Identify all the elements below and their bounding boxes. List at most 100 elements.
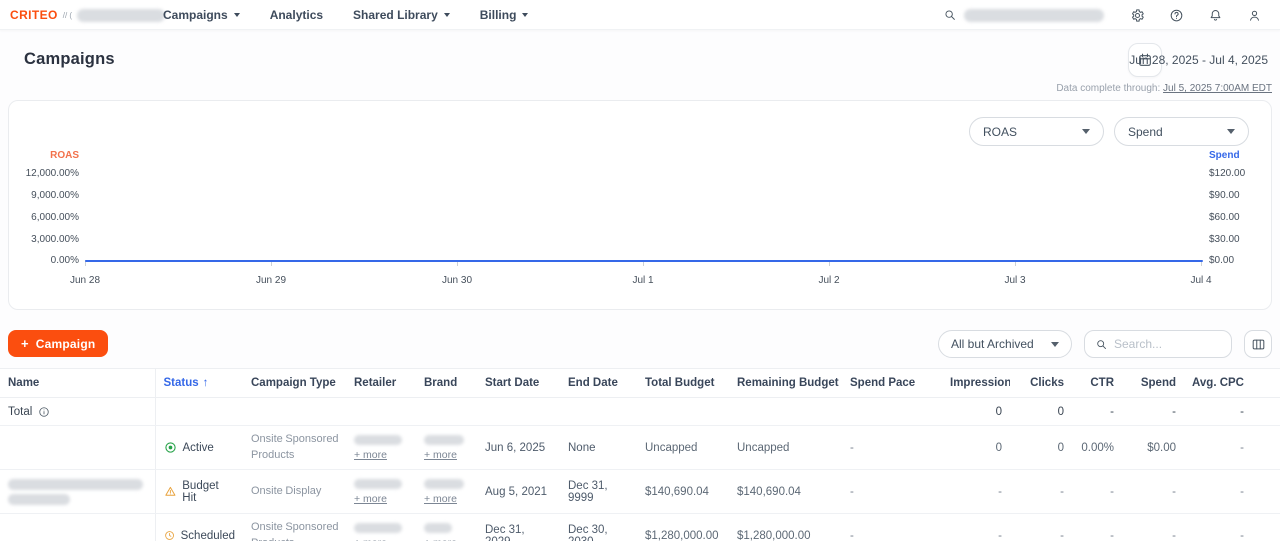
right-axis-tick: $0.00 — [1209, 255, 1269, 266]
chevron-down-icon — [1082, 129, 1090, 134]
col-ctr[interactable]: CTR — [1072, 369, 1122, 398]
user-icon — [1247, 8, 1262, 23]
gear-icon — [1130, 8, 1145, 23]
chart-metric-selectors: ROAS Spend — [969, 117, 1249, 146]
col-status[interactable]: Status↑ — [155, 369, 243, 398]
right-axis-tick: $60.00 — [1209, 212, 1269, 223]
left-axis-title: ROAS — [17, 150, 79, 161]
columns-icon — [1251, 337, 1266, 352]
right-axis-tick: $120.00 — [1209, 168, 1269, 179]
chevron-down-icon — [234, 13, 240, 17]
account-button[interactable] — [1235, 0, 1274, 30]
bell-icon — [1208, 8, 1223, 23]
redacted-brand — [424, 479, 464, 489]
col-start-date[interactable]: Start Date — [477, 369, 560, 398]
table-search — [1084, 330, 1232, 358]
retailer-more-link[interactable]: + more — [354, 537, 387, 541]
x-axis-label: Jul 2 — [789, 275, 869, 286]
x-axis-label: Jul 3 — [975, 275, 1055, 286]
settings-button[interactable] — [1118, 0, 1157, 30]
performance-chart-card: ROAS Spend ROAS 12,000.00% 9,000.00% 6,0… — [8, 100, 1272, 310]
left-axis-tick: 0.00% — [17, 255, 79, 266]
redacted-brand — [424, 523, 452, 533]
campaign-name-cell[interactable] — [0, 470, 155, 514]
campaigns-table: Name Status↑ Campaign Type Retailer Bran… — [0, 368, 1280, 541]
col-spend-pace[interactable]: Spend Pace — [842, 369, 942, 398]
x-axis-label: Jun 28 — [45, 275, 125, 286]
redacted-account-name — [77, 9, 165, 22]
spend-series-line — [85, 260, 1203, 262]
search-icon — [1095, 338, 1108, 351]
column-settings-button[interactable] — [1244, 330, 1272, 358]
search-input[interactable] — [1114, 337, 1221, 351]
brand-more-link[interactable]: + more — [424, 537, 457, 541]
redacted-brand — [424, 435, 464, 445]
nav-shared-library[interactable]: Shared Library — [353, 8, 450, 22]
col-name[interactable]: Name — [0, 369, 155, 398]
status-badge: Scheduled — [164, 529, 236, 541]
col-campaign-type[interactable]: Campaign Type — [243, 369, 346, 398]
table-row: Active Onsite Sponsored Products + more — [0, 426, 1280, 470]
chevron-down-icon — [1051, 342, 1059, 347]
nav-analytics[interactable]: Analytics — [270, 8, 323, 22]
data-complete-link[interactable]: Jul 5, 2025 7:00AM EDT — [1163, 83, 1272, 94]
status-badge: Active — [164, 441, 236, 454]
topbar-actions — [943, 0, 1274, 30]
nav-billing[interactable]: Billing — [480, 8, 529, 22]
plus-icon: + — [21, 336, 29, 351]
right-axis-title: Spend — [1209, 150, 1269, 161]
table-row: Budget Hit Onsite Display + more + m — [0, 470, 1280, 514]
campaign-name-cell[interactable] — [0, 514, 155, 541]
col-impressions[interactable]: Impressions — [942, 369, 1010, 398]
logo-suffix: // ( — [63, 11, 72, 20]
add-campaign-button[interactable]: + Campaign — [8, 330, 108, 357]
left-metric-select[interactable]: ROAS — [969, 117, 1104, 146]
table-row: Scheduled Onsite Sponsored Products + mo… — [0, 514, 1280, 541]
retailer-more-link[interactable]: + more — [354, 493, 387, 505]
left-axis-tick: 12,000.00% — [17, 168, 79, 179]
brand-more-link[interactable]: + more — [424, 493, 457, 505]
col-clicks[interactable]: Clicks — [1010, 369, 1072, 398]
col-spend[interactable]: Spend — [1122, 369, 1184, 398]
logo-text: CRITEO — [10, 8, 58, 22]
date-range-value[interactable]: Jun 28, 2025 - Jul 4, 2025 — [1129, 43, 1268, 77]
x-axis-label: Jul 4 — [1161, 275, 1241, 286]
redacted-global-search[interactable] — [964, 9, 1104, 22]
info-icon[interactable] — [38, 406, 50, 418]
status-filter-select[interactable]: All but Archived — [938, 330, 1072, 358]
col-end-date[interactable]: End Date — [560, 369, 637, 398]
col-retailer[interactable]: Retailer — [346, 369, 416, 398]
nav-campaigns[interactable]: Campaigns — [163, 8, 240, 22]
redacted-retailer — [354, 435, 402, 445]
right-metric-select[interactable]: Spend — [1114, 117, 1249, 146]
search-icon[interactable] — [943, 8, 957, 22]
status-badge: Budget Hit — [164, 480, 236, 504]
brand-more-link[interactable]: + more — [424, 449, 457, 461]
page-title: Campaigns — [24, 50, 115, 69]
budget-hit-warning-icon — [164, 485, 177, 498]
x-axis-label: Jun 29 — [231, 275, 311, 286]
criteo-logo[interactable]: CRITEO // ( — [10, 0, 165, 30]
help-icon — [1169, 8, 1184, 23]
campaign-name-cell[interactable] — [0, 426, 155, 470]
col-avg-cpc[interactable]: Avg. CPC — [1184, 369, 1280, 398]
redacted-retailer — [354, 479, 402, 489]
retailer-more-link[interactable]: + more — [354, 449, 387, 461]
help-button[interactable] — [1157, 0, 1196, 30]
main-nav: Campaigns Analytics Shared Library Billi… — [163, 0, 528, 30]
left-axis-tick: 9,000.00% — [17, 190, 79, 201]
notifications-button[interactable] — [1196, 0, 1235, 30]
left-axis-tick: 3,000.00% — [17, 234, 79, 245]
total-row: Total 0 0 - - - — [0, 398, 1280, 426]
sort-asc-icon: ↑ — [203, 377, 209, 389]
data-complete-note: Data complete through: Jul 5, 2025 7:00A… — [1056, 83, 1272, 94]
right-axis-tick: $30.00 — [1209, 234, 1269, 245]
col-remaining-budget[interactable]: Remaining Budget — [729, 369, 842, 398]
x-axis-label: Jul 1 — [603, 275, 683, 286]
top-navbar: CRITEO // ( Campaigns Analytics Shared L… — [0, 0, 1280, 30]
col-brand[interactable]: Brand — [416, 369, 477, 398]
redacted-campaign-name — [8, 479, 143, 490]
col-total-budget[interactable]: Total Budget — [637, 369, 729, 398]
total-label: Total — [8, 406, 32, 418]
redacted-retailer — [354, 523, 402, 533]
